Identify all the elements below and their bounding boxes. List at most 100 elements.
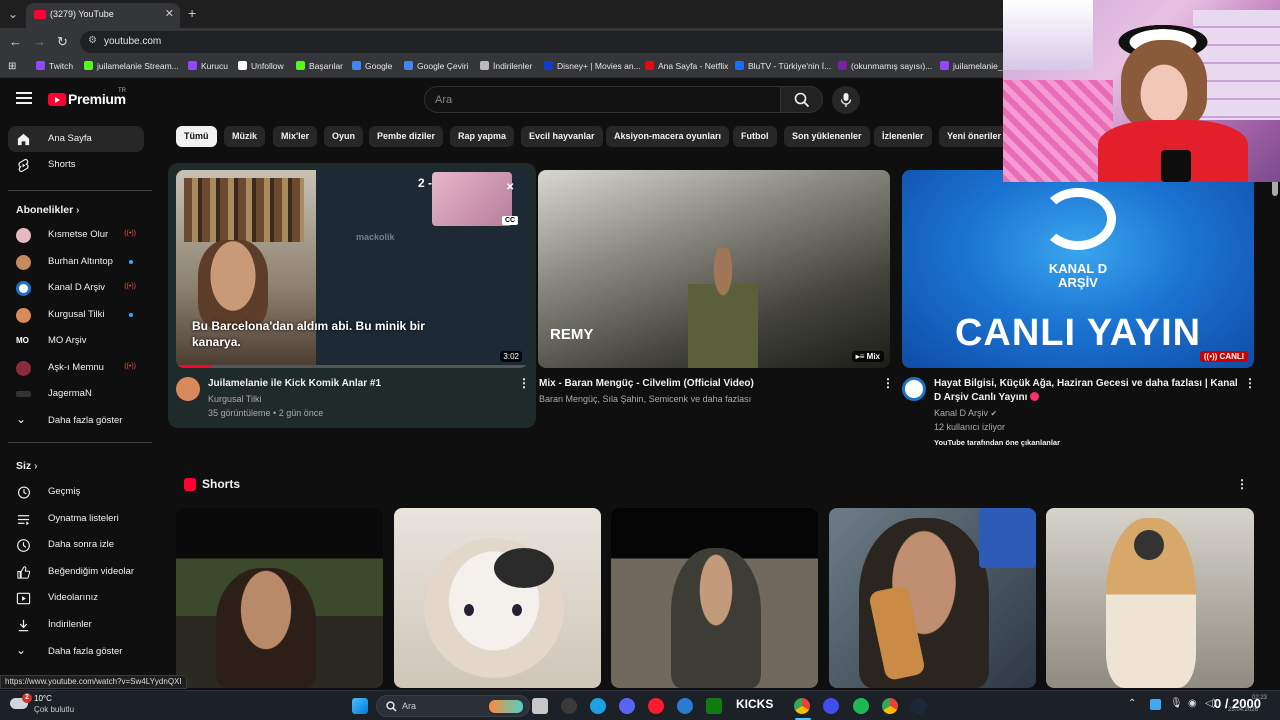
- sidebar-item-sub-kurgusal-tilki[interactable]: Kurgusal Tilki: [8, 302, 144, 328]
- sidebar-item-home[interactable]: Ana Sayfa: [8, 126, 144, 152]
- tray-app-icon[interactable]: [1150, 699, 1161, 710]
- more-actions-icon[interactable]: ⋮: [882, 376, 894, 390]
- more-actions-icon[interactable]: ⋮: [518, 376, 530, 390]
- sidebar-item-your-videos[interactable]: Videolarınız: [8, 585, 144, 611]
- sidebar-item-watch-later[interactable]: Daha sonra izle: [8, 532, 144, 558]
- sidebar-item-sub-kanal-d-arsiv[interactable]: Kanal D Arşiv ((•)): [8, 275, 144, 301]
- tab-search-icon[interactable]: ⌄: [4, 5, 22, 23]
- bookmark-item[interactable]: İndirilenler: [480, 61, 532, 71]
- bookmark-item[interactable]: Google Çeviri: [404, 61, 469, 71]
- chrome-icon[interactable]: [882, 698, 898, 714]
- sidebar-show-more-you[interactable]: ⌄ Daha fazla göster: [8, 639, 144, 665]
- bookmark-item[interactable]: (okunmamış sayısı)...: [838, 61, 932, 71]
- sidebar-item-sub-kismetse-olur[interactable]: Kısmetse Olur ((•)): [8, 222, 144, 248]
- opera-icon[interactable]: [648, 698, 664, 714]
- voice-search-button[interactable]: [832, 86, 860, 114]
- more-actions-icon[interactable]: ⋮: [1244, 376, 1256, 390]
- video-channel-1[interactable]: Kurgusal Tilki: [208, 393, 262, 406]
- sidebar-item-playlists[interactable]: Oynatma listeleri: [8, 506, 144, 532]
- video-title-2[interactable]: Mix - Baran Mengüç - Cilvelim (Official …: [539, 377, 869, 391]
- task-view-icon[interactable]: [532, 698, 548, 714]
- filter-chip[interactable]: Son yüklenenler: [784, 126, 870, 147]
- preview-progress-track[interactable]: [176, 365, 528, 368]
- back-icon[interactable]: ←: [9, 34, 22, 49]
- sidebar-item-shorts[interactable]: Shorts: [8, 152, 144, 178]
- search-button[interactable]: [781, 86, 823, 113]
- browser-icon[interactable]: [677, 698, 693, 714]
- bookmark-item[interactable]: Disney+ | Movies an...: [544, 61, 641, 71]
- taskbar-date[interactable]: 25.04.2026: [1228, 707, 1258, 713]
- video-title-3[interactable]: Hayat Bilgisi, Küçük Ağa, Haziran Gecesi…: [934, 377, 1244, 405]
- xbox-icon[interactable]: [706, 698, 722, 714]
- bookmark-item[interactable]: Kurucu: [188, 61, 228, 71]
- subscriptions-heading[interactable]: Abonelikler ›: [16, 204, 79, 216]
- captions-badge[interactable]: CC: [502, 216, 519, 225]
- bookmark-item[interactable]: Ana Sayfa - Netflix: [645, 61, 728, 71]
- sidebar-item-sub-ask-i-memnu[interactable]: Aşk-ı Memnu ((•)): [8, 355, 144, 381]
- close-preview-icon[interactable]: ✕: [506, 182, 514, 193]
- sidebar-item-liked-videos[interactable]: Beğendiğim videolar: [8, 559, 144, 585]
- search-input[interactable]: Ara: [424, 86, 781, 113]
- sidebar-item-sub-burhan-altintop[interactable]: Burhan Altıntop: [8, 249, 144, 275]
- filter-chip[interactable]: Rap yapma: [450, 126, 515, 147]
- site-info-icon[interactable]: ⚙: [88, 35, 97, 46]
- filter-chip[interactable]: Futbol: [733, 126, 777, 147]
- filter-chip[interactable]: İzlenenler: [874, 126, 932, 147]
- video-title-1[interactable]: Juilamelanie ile Kick Komik Anlar #1: [208, 377, 508, 391]
- discord-icon[interactable]: [619, 698, 635, 714]
- bookmark-item[interactable]: juilamelanie Stream...: [84, 61, 179, 71]
- video-thumbnail-2[interactable]: REMY ▸≡ Mix: [538, 170, 890, 368]
- short-card-1[interactable]: [176, 508, 383, 688]
- show-hidden-icons-icon[interactable]: ⌃: [1128, 698, 1136, 709]
- bookmark-item[interactable]: Twitch: [36, 61, 73, 71]
- filter-chip[interactable]: Oyun: [324, 126, 364, 147]
- bookmark-item[interactable]: Google: [352, 61, 392, 71]
- taskbar-time[interactable]: 02:23: [1252, 695, 1267, 701]
- bookmark-item[interactable]: BluTV - Türkiye'nin İ...: [735, 61, 831, 71]
- microphone-tray-icon[interactable]: 🎙: [1170, 698, 1183, 709]
- windows-start-icon[interactable]: [352, 698, 368, 714]
- short-card-4[interactable]: [829, 508, 1036, 688]
- taskbar-search-input[interactable]: Ara: [376, 695, 530, 717]
- short-card-3[interactable]: [611, 508, 818, 688]
- spotify-icon[interactable]: [853, 698, 869, 714]
- video-channel-3[interactable]: Kanal D Arşiv ✔: [934, 407, 997, 420]
- reload-icon[interactable]: ↻: [57, 34, 68, 50]
- short-card-5[interactable]: [1046, 508, 1254, 688]
- sidebar-item-sub-jagerman[interactable]: JagermaN: [8, 381, 144, 407]
- close-tab-icon[interactable]: ✕: [165, 7, 174, 20]
- channel-avatar-1[interactable]: [176, 377, 200, 401]
- bookmark-item[interactable]: Unfollow: [238, 61, 284, 71]
- you-heading[interactable]: Siz ›: [16, 460, 37, 472]
- filter-chip[interactable]: Pembe diziler: [369, 126, 444, 147]
- sidebar-item-history[interactable]: Geçmiş: [8, 479, 144, 505]
- video-channel-2[interactable]: Baran Mengüç, Sıla Şahin, Semicenk ve da…: [539, 393, 751, 406]
- apps-icon[interactable]: ⊞: [8, 61, 16, 72]
- steam-icon[interactable]: [911, 698, 927, 714]
- shorts-more-icon[interactable]: ⋮: [1236, 477, 1248, 491]
- tab-youtube[interactable]: (3279) YouTube ✕: [26, 3, 180, 28]
- new-tab-icon[interactable]: +: [188, 5, 196, 21]
- app-icon[interactable]: [823, 698, 839, 714]
- url-field[interactable]: ⚙ youtube.com: [80, 31, 1010, 53]
- filter-chip[interactable]: Yeni öneriler: [939, 126, 1010, 147]
- filter-chip[interactable]: Aksiyon-macera oyunları: [606, 126, 730, 147]
- forward-icon[interactable]: →: [33, 34, 46, 49]
- bookmark-item[interactable]: Başarılar: [296, 61, 343, 71]
- chrome-icon[interactable]: [794, 698, 810, 714]
- video-thumbnail-3[interactable]: KANAL D ARŞİV CANLI YAYIN ((•)) CANLI: [902, 170, 1254, 368]
- filter-chip[interactable]: Mix'ler: [273, 126, 318, 147]
- filter-chip[interactable]: Müzik: [224, 126, 266, 147]
- hamburger-menu-icon[interactable]: [16, 92, 32, 104]
- video-thumbnail-1[interactable]: mackolik 2 - 0 ✕ CC Bu Barcelona'dan ald…: [176, 170, 528, 368]
- kicks-app-icon[interactable]: KICKS: [736, 697, 773, 711]
- filter-chip[interactable]: Tümü: [176, 126, 217, 147]
- sidebar-item-sub-mo-arsiv[interactable]: MO MO Arşiv: [8, 328, 144, 354]
- short-card-2[interactable]: [394, 508, 601, 688]
- network-icon[interactable]: ◉: [1188, 698, 1197, 709]
- app-icon[interactable]: [561, 698, 577, 714]
- filter-chip[interactable]: Evcil hayvanlar: [521, 126, 603, 147]
- edge-icon[interactable]: [590, 698, 606, 714]
- sidebar-item-downloads[interactable]: İndirilenler: [8, 612, 144, 638]
- channel-avatar-3[interactable]: [902, 377, 926, 401]
